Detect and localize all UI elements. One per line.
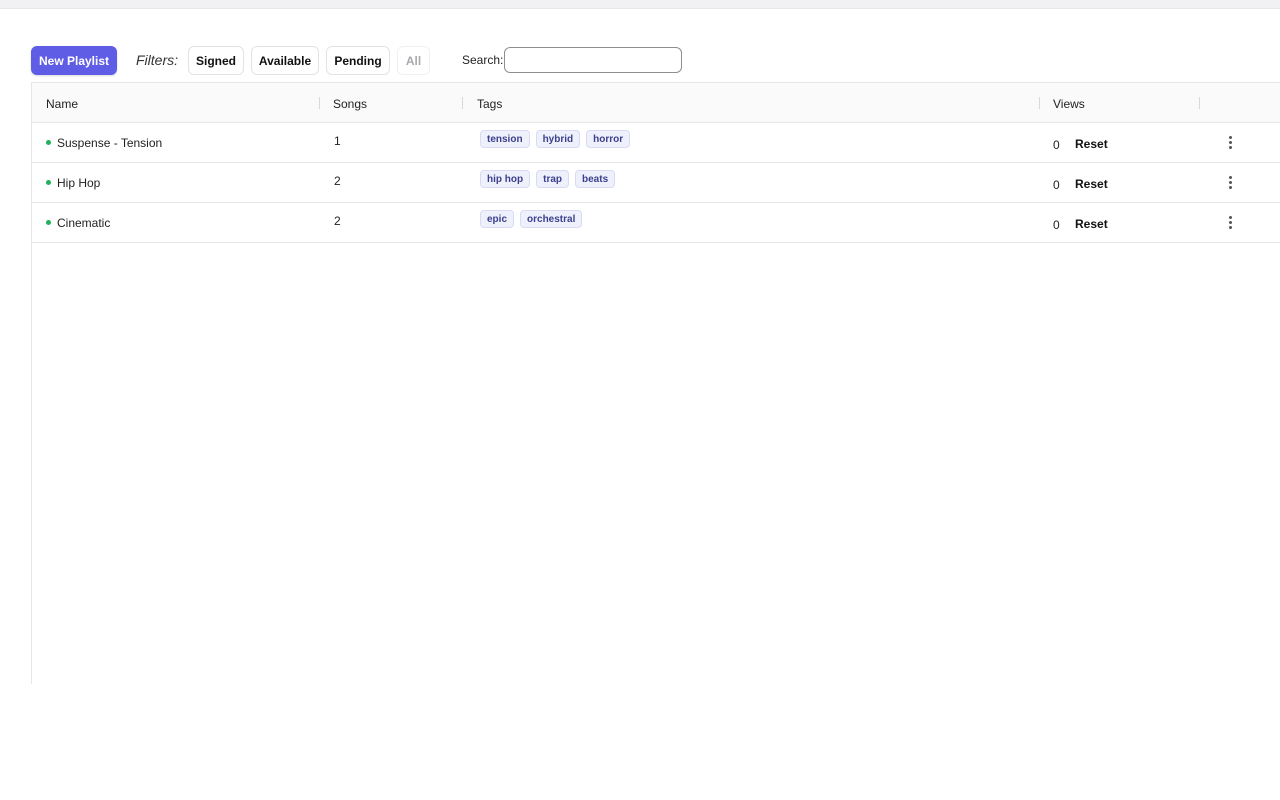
reset-views-button[interactable]: Reset: [1071, 175, 1112, 193]
reset-views-button[interactable]: Reset: [1071, 215, 1112, 233]
column-header-tags[interactable]: Tags: [477, 97, 502, 111]
playlist-name[interactable]: Suspense - Tension: [57, 136, 162, 150]
tag-list: hip hop trap beats: [480, 170, 616, 188]
tag-badge[interactable]: trap: [536, 170, 570, 188]
top-bar: [0, 0, 1280, 9]
tag-badge[interactable]: hybrid: [535, 130, 581, 148]
status-dot: [46, 180, 51, 185]
search-label: Search:: [462, 53, 504, 67]
more-vertical-icon[interactable]: [1222, 173, 1238, 191]
tag-badge[interactable]: beats: [575, 170, 616, 188]
tag-badge[interactable]: epic: [480, 210, 515, 228]
view-count: 0: [1053, 218, 1060, 232]
song-count: 1: [334, 134, 341, 148]
tag-badge[interactable]: horror: [586, 130, 631, 148]
playlists-table: Name Songs Tags Views Suspense - Tension…: [31, 82, 1280, 684]
filters-label: Filters:: [136, 52, 178, 68]
column-resize-handle[interactable]: [1039, 97, 1040, 109]
table-row[interactable]: Suspense - Tension 1 tension hybrid horr…: [32, 122, 1280, 163]
more-vertical-icon[interactable]: [1222, 213, 1238, 231]
toolbar: New Playlist Filters: Signed Available P…: [31, 46, 731, 76]
song-count: 2: [334, 174, 341, 188]
new-playlist-button[interactable]: New Playlist: [31, 46, 117, 75]
status-dot: [46, 140, 51, 145]
view-count: 0: [1053, 178, 1060, 192]
column-resize-handle[interactable]: [319, 97, 320, 109]
playlist-name[interactable]: Hip Hop: [57, 176, 100, 190]
table-row[interactable]: Cinematic 2 epic orchestral 0 Reset: [32, 202, 1280, 243]
tag-list: tension hybrid horror: [480, 130, 631, 148]
table-row[interactable]: Hip Hop 2 hip hop trap beats 0 Reset: [32, 162, 1280, 203]
table-header: Name Songs Tags Views: [32, 82, 1280, 123]
song-count: 2: [334, 214, 341, 228]
column-header-views[interactable]: Views: [1053, 97, 1085, 111]
column-resize-handle[interactable]: [1199, 97, 1200, 109]
filter-available-button[interactable]: Available: [251, 46, 319, 75]
view-count: 0: [1053, 138, 1060, 152]
reset-views-button[interactable]: Reset: [1071, 135, 1112, 153]
filter-pending-button[interactable]: Pending: [326, 46, 390, 75]
status-dot: [46, 220, 51, 225]
tag-list: epic orchestral: [480, 210, 583, 228]
tag-badge[interactable]: tension: [480, 130, 530, 148]
filter-signed-button[interactable]: Signed: [188, 46, 244, 75]
more-vertical-icon[interactable]: [1222, 133, 1238, 151]
playlist-name[interactable]: Cinematic: [57, 216, 110, 230]
column-header-songs[interactable]: Songs: [333, 97, 367, 111]
tag-badge[interactable]: orchestral: [520, 210, 583, 228]
column-header-name[interactable]: Name: [46, 97, 78, 111]
tag-badge[interactable]: hip hop: [480, 170, 531, 188]
filter-all-button[interactable]: All: [397, 46, 430, 75]
search-input[interactable]: [504, 47, 682, 73]
column-resize-handle[interactable]: [462, 97, 463, 109]
